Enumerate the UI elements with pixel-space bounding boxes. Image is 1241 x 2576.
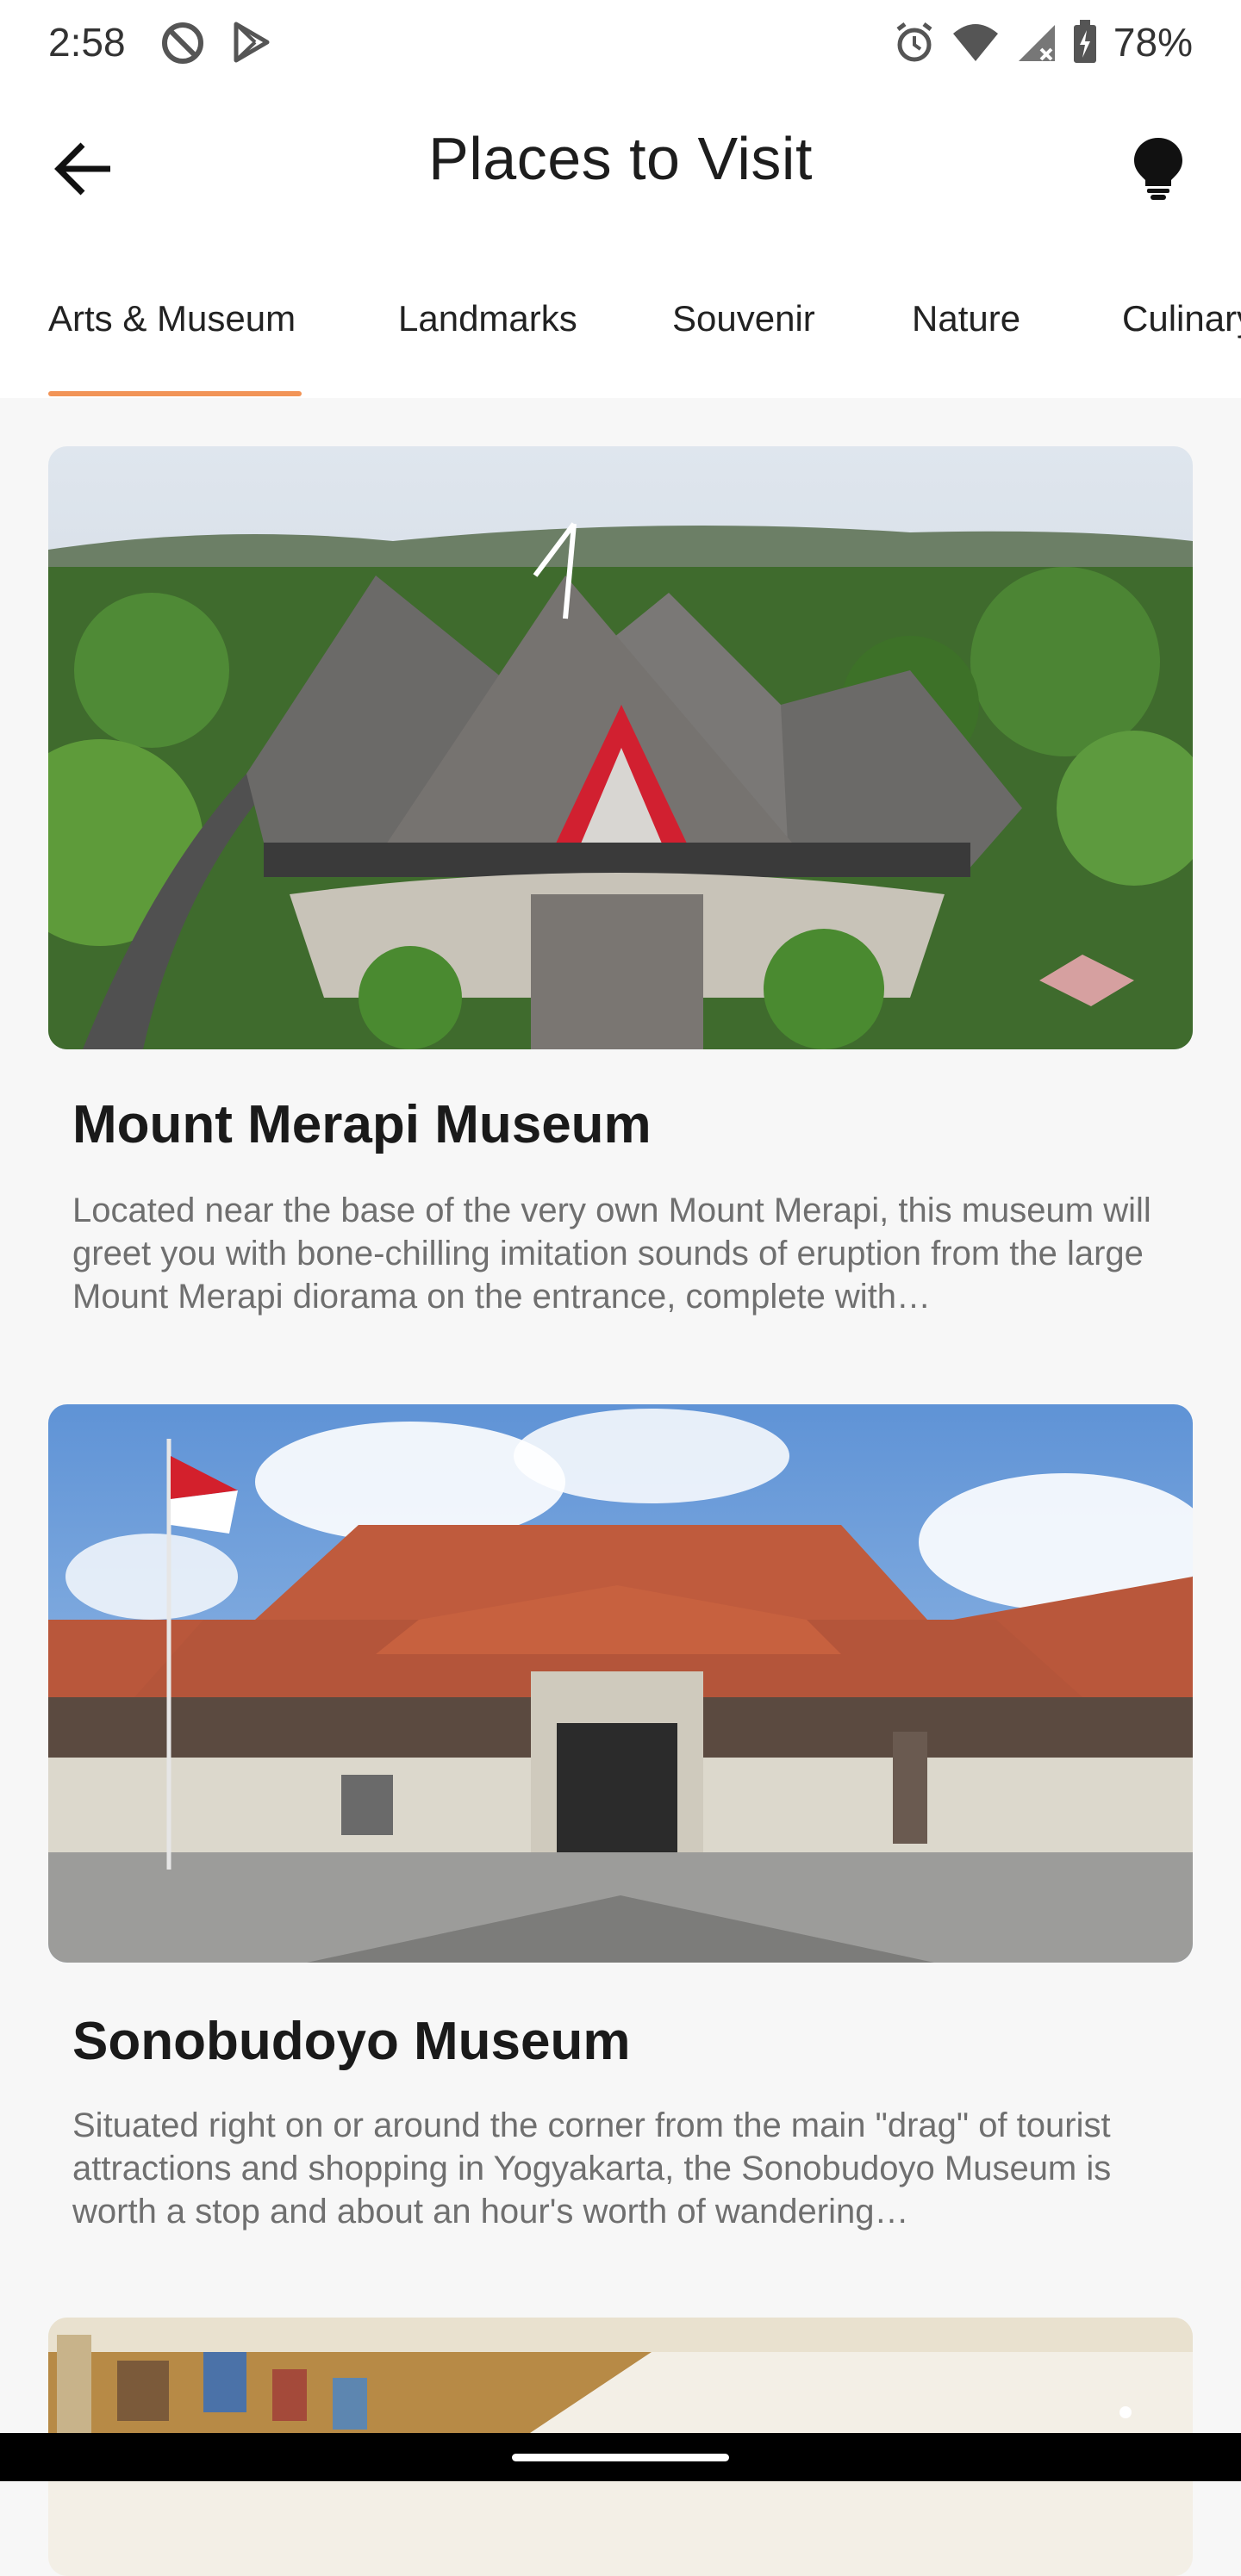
- tab-souvenir[interactable]: Souvenir: [672, 298, 815, 339]
- lightbulb-icon: [1134, 138, 1182, 200]
- tab-nature[interactable]: Nature: [912, 298, 1020, 339]
- place-card[interactable]: Sonobudoyo Museum Situated right on or a…: [48, 1404, 1193, 2231]
- tab-arts-museum[interactable]: Arts & Museum: [48, 298, 296, 339]
- tab-landmarks[interactable]: Landmarks: [398, 298, 577, 339]
- place-image: [48, 1404, 1193, 1963]
- app-bar: Places to Visit: [0, 83, 1241, 248]
- do-not-disturb-icon: [162, 22, 203, 64]
- place-title: Mount Merapi Museum: [72, 1095, 652, 1154]
- place-description: Located near the base of the very own Mo…: [72, 1192, 1151, 1316]
- status-bar: 2:58 78%: [0, 0, 1241, 83]
- status-time: 2:58: [48, 20, 126, 65]
- alarm-icon: [896, 22, 932, 62]
- signal-icon: [1018, 25, 1055, 61]
- place-card[interactable]: Mount Merapi Museum Located near the bas…: [48, 446, 1193, 1316]
- place-description: Situated right on or around the corner f…: [72, 2106, 1112, 2231]
- play-store-icon: [234, 22, 270, 63]
- system-nav-bar: [0, 2433, 1241, 2481]
- status-left-icons: [160, 21, 272, 65]
- home-indicator[interactable]: [512, 2454, 729, 2461]
- category-tabs: Arts & Museum Landmarks Souvenir Nature …: [0, 248, 1241, 398]
- tips-button[interactable]: [1124, 133, 1193, 202]
- status-right-icons: 78%: [893, 19, 1193, 65]
- battery-percent: 78%: [1113, 20, 1193, 65]
- page-title: Places to Visit: [428, 125, 813, 192]
- place-image: [48, 446, 1193, 1049]
- tab-culinary[interactable]: Culinary: [1122, 298, 1241, 339]
- battery-icon: [1073, 20, 1096, 63]
- tab-indicator: [48, 391, 302, 396]
- wifi-icon: [952, 24, 998, 61]
- place-title: Sonobudoyo Museum: [72, 2012, 631, 2071]
